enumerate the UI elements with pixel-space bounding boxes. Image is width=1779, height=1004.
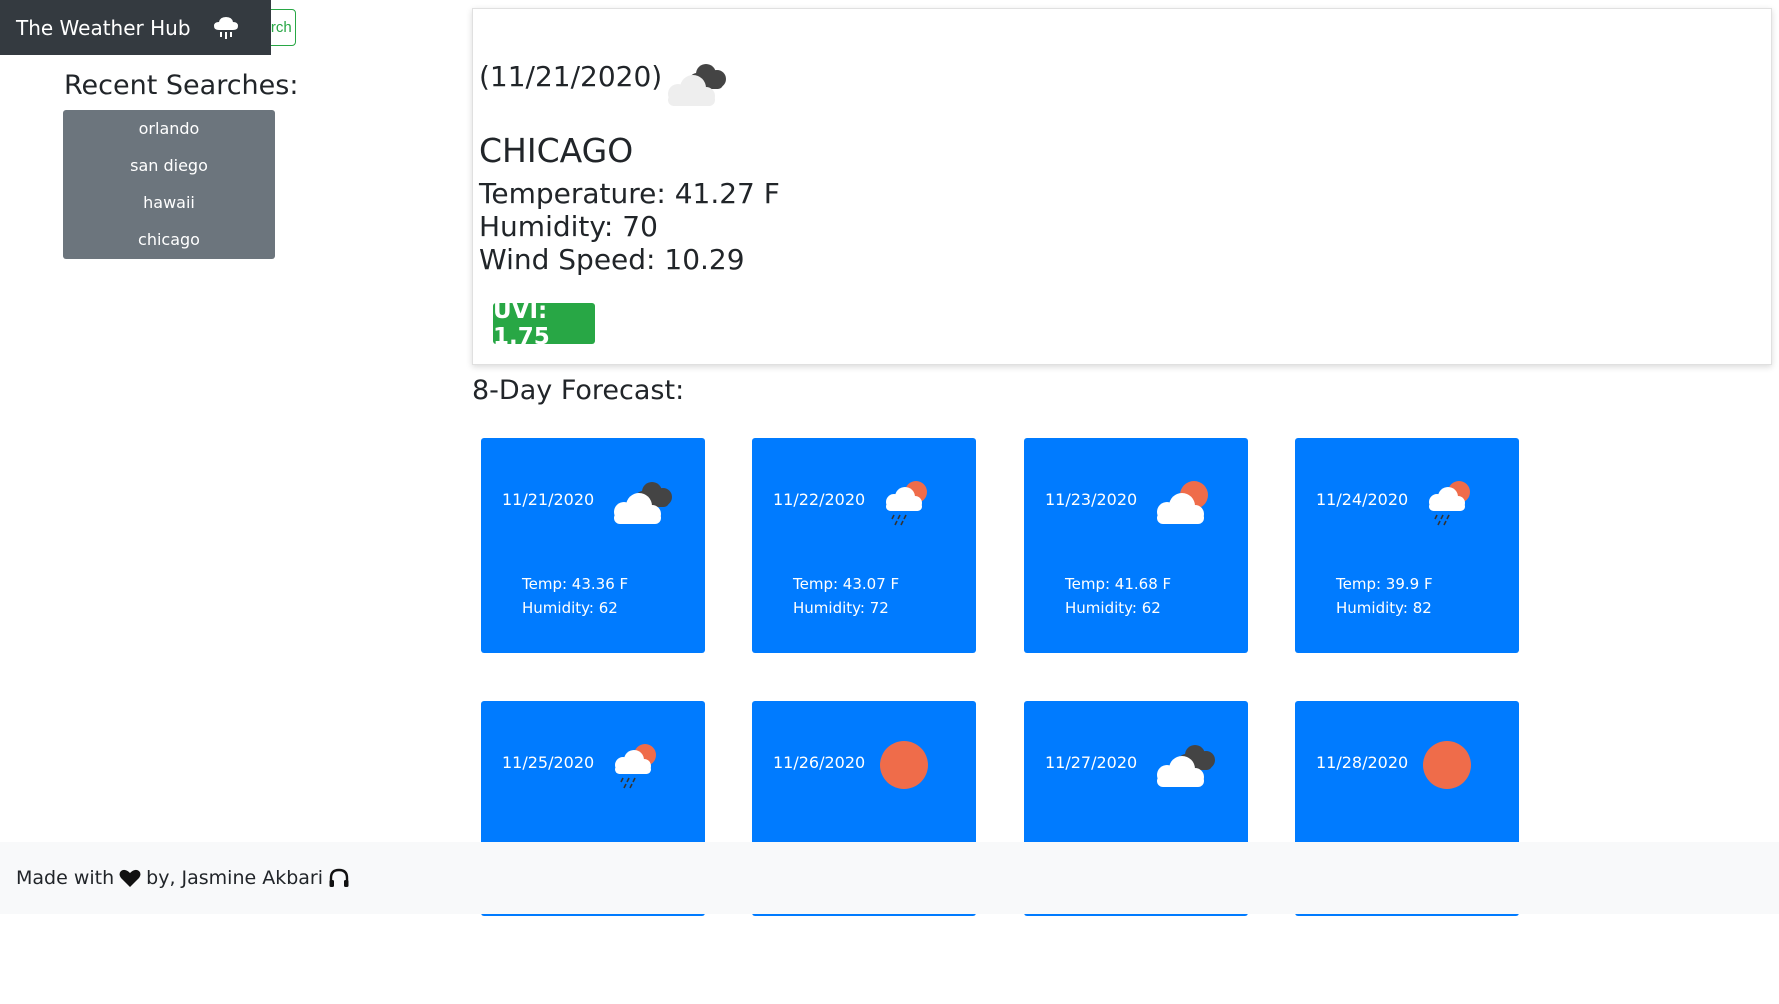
- forecast-date: 11/23/2020: [1045, 490, 1138, 509]
- heart-icon: [119, 869, 141, 887]
- recent-search-item[interactable]: chicago: [63, 221, 275, 258]
- brand-title: The Weather Hub: [16, 15, 191, 40]
- forecast-date: 11/27/2020: [1045, 753, 1138, 772]
- forecast-date: 11/22/2020: [773, 490, 866, 509]
- rain-sun-icon: [886, 481, 927, 526]
- forecast-date: 11/28/2020: [1316, 753, 1409, 772]
- recent-search-item[interactable]: hawaii: [63, 184, 275, 221]
- headphones-icon: [329, 868, 349, 887]
- current-date: (11/21/2020): [479, 60, 663, 93]
- forecast-temp: Temp: 43.07 F: [793, 575, 900, 593]
- forecast-title: 8-Day Forecast:: [472, 375, 685, 406]
- forecast-date: 11/24/2020: [1316, 490, 1409, 509]
- rain-sun-icon: [615, 744, 656, 789]
- forecast-date: 11/26/2020: [773, 753, 866, 772]
- forecast-card: 11/21/2020 Temp: 43.36 F Humidity: 62: [481, 438, 705, 653]
- forecast-humidity: Humidity: 82: [1336, 599, 1432, 617]
- forecast-card: 11/22/2020 Temp: 43.07 F Humidity: 72: [752, 438, 976, 653]
- forecast-date: 11/21/2020: [502, 490, 595, 509]
- recent-search-item[interactable]: orlando: [63, 110, 275, 147]
- cloudy-icon: [668, 64, 726, 106]
- cloudy-icon: [614, 482, 672, 524]
- recent-search-item[interactable]: san diego: [63, 147, 275, 184]
- footer-author: by, Jasmine Akbari: [146, 867, 324, 889]
- recent-searches-list: orlando san diego hawaii chicago: [63, 110, 275, 259]
- uvi-badge: UVI: 1.75: [493, 298, 595, 350]
- current-temperature: Temperature: 41.27 F: [479, 177, 780, 210]
- sun-icon: [880, 741, 928, 789]
- forecast-humidity: Humidity: 62: [1065, 599, 1161, 617]
- footer-made-with: Made with: [16, 867, 115, 889]
- cloudy-icon: [1157, 745, 1215, 787]
- forecast-humidity: Humidity: 62: [522, 599, 618, 617]
- forecast-temp: Temp: 43.36 F: [522, 575, 629, 593]
- current-humidity: Humidity: 70: [479, 210, 658, 243]
- recent-searches-title: Recent Searches:: [64, 70, 299, 101]
- sun-icon: [1423, 741, 1471, 789]
- forecast-card: 11/24/2020 Temp: 39.9 F Humidity: 82: [1295, 438, 1519, 653]
- forecast-humidity: Humidity: 72: [793, 599, 889, 617]
- cloud-rain-icon: [213, 16, 238, 39]
- forecast-temp: Temp: 41.68 F: [1065, 575, 1172, 593]
- navbar-brand[interactable]: The Weather Hub: [0, 0, 271, 55]
- forecast-temp: Temp: 39.9 F: [1336, 575, 1433, 593]
- partly-cloudy-icon: [1157, 481, 1208, 524]
- rain-sun-icon: [1429, 481, 1470, 526]
- current-wind-speed: Wind Speed: 10.29: [479, 243, 745, 276]
- current-weather-card: (11/21/2020) CHICAGO Temperature: 41.27 …: [472, 8, 1772, 365]
- forecast-date: 11/25/2020: [502, 753, 595, 772]
- current-city: CHICAGO: [479, 131, 634, 170]
- forecast-card: 11/23/2020 Temp: 41.68 F Humidity: 62: [1024, 438, 1248, 653]
- footer: Made with by, Jasmine Akbari: [0, 842, 1779, 914]
